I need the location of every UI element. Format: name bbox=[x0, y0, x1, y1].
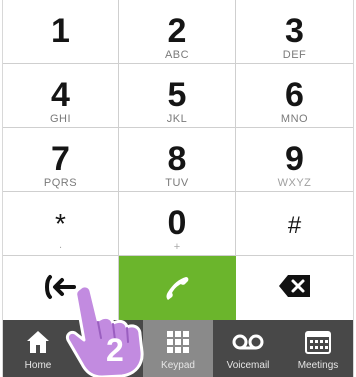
home-icon bbox=[25, 327, 51, 357]
key-letters: DEF bbox=[282, 49, 307, 61]
key-hash[interactable]: # bbox=[236, 192, 353, 256]
key-letters: PQRS bbox=[43, 177, 78, 189]
key-digit: 5 bbox=[167, 76, 187, 114]
key-digit: 7 bbox=[51, 140, 70, 178]
key-digit: 0 bbox=[167, 204, 187, 242]
transfer-button[interactable] bbox=[3, 256, 119, 320]
backspace-icon bbox=[236, 274, 353, 298]
tab-keypad[interactable]: Keypad bbox=[143, 320, 213, 377]
key-0[interactable]: 0 + bbox=[119, 192, 236, 256]
voicemail-icon bbox=[232, 327, 264, 357]
key-2[interactable]: 2 ABC bbox=[119, 0, 236, 64]
calendar-icon bbox=[305, 327, 331, 357]
key-digit: * bbox=[55, 208, 66, 239]
key-digit: 2 bbox=[167, 12, 187, 50]
tab-label: Voicemail bbox=[226, 360, 270, 371]
dial-keypad: 1 2 ABC 3 DEF 4 GHI 5 JKL 6 MNO 7 PQRS 8… bbox=[3, 0, 353, 320]
key-6[interactable]: 6 MNO bbox=[236, 64, 353, 128]
tab-voicemail[interactable]: Voicemail bbox=[213, 320, 283, 377]
keypad-icon bbox=[166, 327, 190, 357]
key-9[interactable]: 9 WXYZ bbox=[236, 128, 353, 192]
key-letters: MNO bbox=[280, 113, 309, 125]
tab-label: Home bbox=[24, 360, 52, 371]
key-star[interactable]: * . bbox=[3, 192, 119, 256]
phone-handset-icon bbox=[119, 274, 235, 304]
key-letters: WXYZ bbox=[277, 177, 312, 189]
key-3[interactable]: 3 DEF bbox=[236, 0, 353, 64]
key-1[interactable]: 1 bbox=[3, 0, 119, 64]
key-7[interactable]: 7 PQRS bbox=[3, 128, 119, 192]
key-letters: JKL bbox=[166, 113, 188, 125]
key-digit: 6 bbox=[285, 76, 304, 114]
key-digit: 1 bbox=[51, 12, 70, 50]
key-5[interactable]: 5 JKL bbox=[119, 64, 236, 128]
key-letters: + bbox=[173, 241, 181, 253]
key-letters: GHI bbox=[49, 113, 72, 125]
tab-label: Meetings bbox=[297, 360, 339, 371]
key-digit: 9 bbox=[285, 140, 304, 178]
key-letters: TUV bbox=[165, 177, 189, 189]
key-digit: 4 bbox=[51, 76, 70, 114]
key-digit: 8 bbox=[167, 140, 187, 178]
key-digit: # bbox=[287, 212, 302, 239]
tab-empty bbox=[73, 320, 143, 377]
backspace-button[interactable] bbox=[236, 256, 353, 320]
tab-label: Keypad bbox=[161, 360, 195, 371]
key-letters: ABC bbox=[164, 49, 190, 61]
key-letters: . bbox=[58, 239, 63, 251]
key-8[interactable]: 8 TUV bbox=[119, 128, 236, 192]
tab-home[interactable]: Home bbox=[3, 320, 73, 377]
key-digit: 3 bbox=[285, 12, 304, 50]
bottom-tab-bar: Home Keypad Voicemail Meetings bbox=[3, 320, 353, 377]
call-button[interactable] bbox=[119, 256, 236, 320]
key-4[interactable]: 4 GHI bbox=[3, 64, 119, 128]
tab-meetings[interactable]: Meetings bbox=[283, 320, 353, 377]
call-transfer-icon bbox=[3, 274, 118, 300]
